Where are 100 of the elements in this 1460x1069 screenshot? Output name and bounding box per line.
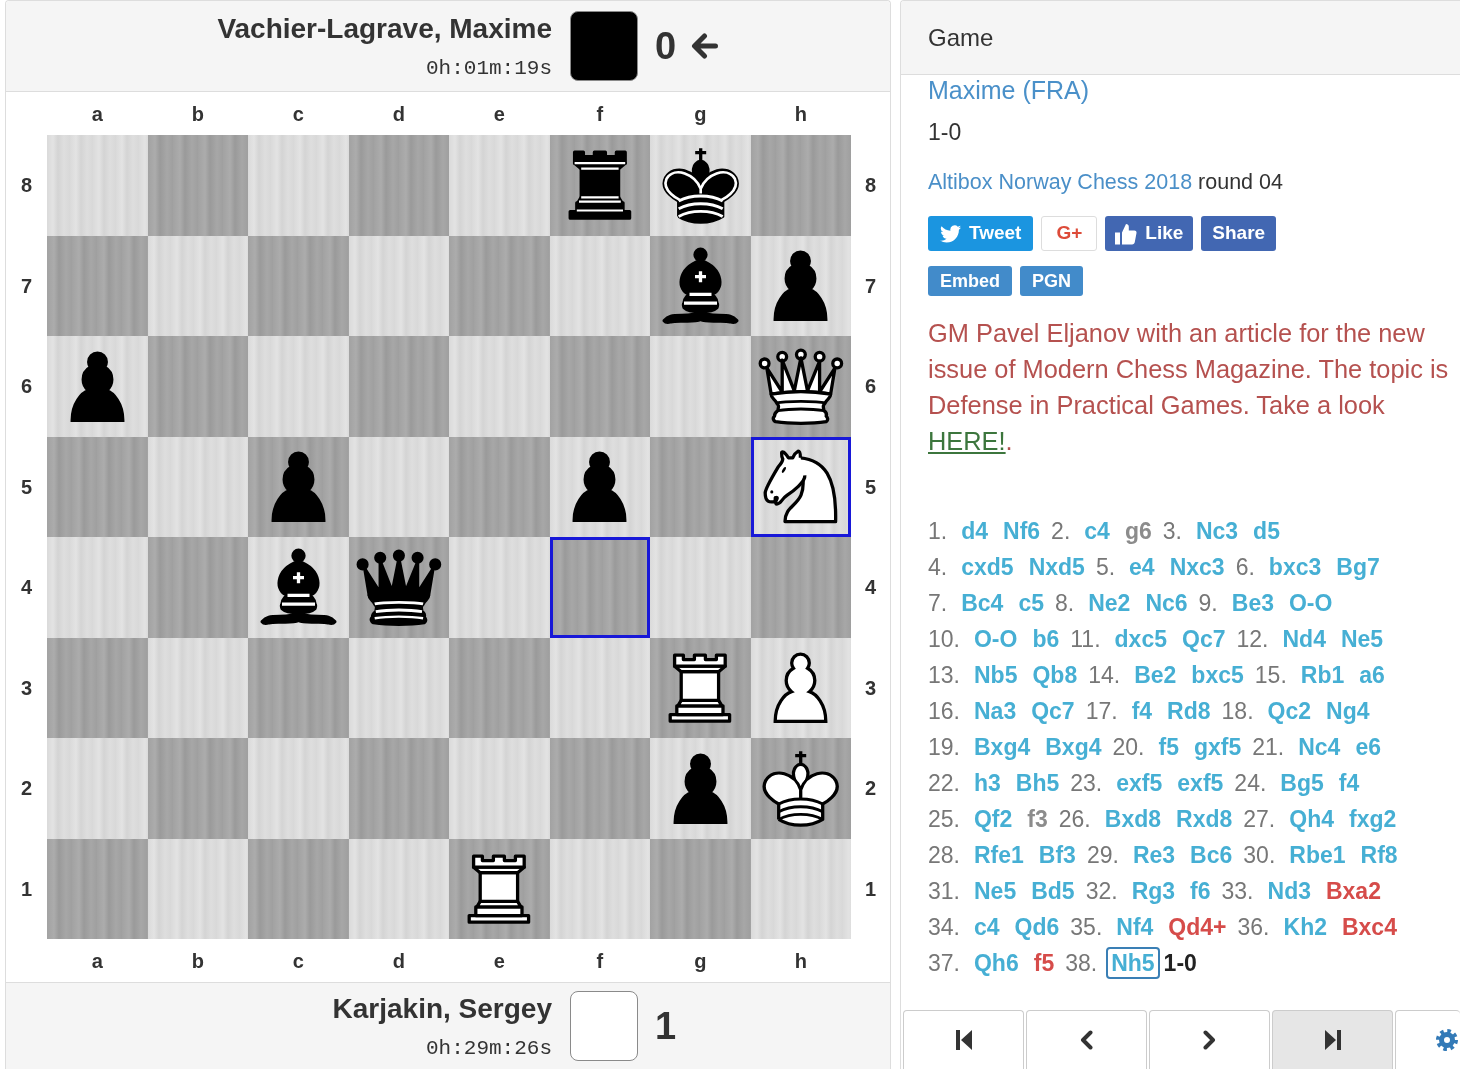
move-link[interactable]: Rg3	[1126, 875, 1181, 907]
move-link[interactable]: b6	[1027, 623, 1065, 655]
move-link[interactable]: Qc7	[1026, 695, 1080, 727]
move-link[interactable]: Rbe1	[1284, 839, 1351, 871]
move-link[interactable]: Nh5	[1106, 947, 1160, 979]
move-link[interactable]: e4	[1124, 551, 1160, 583]
event-link[interactable]: Altibox Norway Chess 2018	[928, 170, 1193, 194]
move-number: 4.	[928, 553, 948, 581]
settings-icon	[1436, 1029, 1458, 1051]
move-link[interactable]: Bxg4	[1040, 731, 1107, 763]
move-link[interactable]: Ng4	[1321, 695, 1375, 727]
move-link[interactable]: f4	[1333, 767, 1365, 799]
panel-title: Game	[928, 23, 994, 52]
move-link[interactable]: exf5	[1172, 767, 1229, 799]
move-link[interactable]: Nd4	[1277, 623, 1331, 655]
like-button[interactable]: Like	[1105, 216, 1194, 251]
file-label: e	[493, 101, 505, 126]
move-link[interactable]: c5	[1013, 587, 1049, 619]
move-link[interactable]: Qh4	[1284, 803, 1339, 835]
move-link[interactable]: c4	[1079, 515, 1115, 547]
rank-label: 7	[20, 273, 33, 298]
move-number: 28.	[928, 841, 960, 869]
move-link[interactable]: a6	[1354, 659, 1390, 691]
move-link[interactable]: Bf3	[1033, 839, 1081, 871]
move-link[interactable]: Nc4	[1293, 731, 1346, 763]
move-link[interactable]: Nxc3	[1164, 551, 1230, 583]
move-link[interactable]: Rb1	[1295, 659, 1350, 691]
move-link[interactable]: Bc4	[956, 587, 1009, 619]
move-link[interactable]: Nf6	[998, 515, 1046, 547]
move-link[interactable]: Rd8	[1162, 695, 1216, 727]
move-link[interactable]: Nc3	[1190, 515, 1244, 547]
move-link[interactable]: Nc6	[1140, 587, 1193, 619]
move-link[interactable]: Rfe1	[969, 839, 1029, 871]
move-link[interactable]: f4	[1126, 695, 1158, 727]
move-link[interactable]: Qb8	[1027, 659, 1083, 691]
move-link[interactable]: Qc7	[1177, 623, 1231, 655]
export-button[interactable]: Embed	[928, 266, 1012, 296]
player-name: Vachier-Lagrave, Maxime	[217, 13, 552, 45]
move-number: 24.	[1234, 769, 1267, 797]
move-link[interactable]: O-O	[1283, 587, 1338, 619]
rank-label: 3	[864, 675, 877, 700]
move-link[interactable]: Ne5	[969, 875, 1022, 907]
move-link[interactable]: Qd6	[1009, 911, 1065, 943]
move-link[interactable]: Nxd5	[1023, 551, 1090, 583]
move-link[interactable]: Bh5	[1010, 767, 1065, 799]
move-link[interactable]: cxd5	[956, 551, 1019, 583]
move-link[interactable]: Nd3	[1262, 875, 1316, 907]
move-link[interactable]: Qc2	[1262, 695, 1317, 727]
move-link[interactable]: Re3	[1127, 839, 1181, 871]
move-link[interactable]: d4	[956, 515, 994, 547]
move-link[interactable]: O-O	[969, 623, 1023, 655]
move-link[interactable]: exf5	[1111, 767, 1168, 799]
google-plus-button[interactable]: G+	[1041, 216, 1098, 251]
move-link[interactable]: Qd4+	[1163, 911, 1232, 943]
export-button[interactable]: PGN	[1020, 266, 1084, 296]
move-link[interactable]: Be3	[1226, 587, 1279, 619]
move-link[interactable]: f5	[1028, 947, 1060, 979]
move-link[interactable]: Bxc4	[1336, 911, 1402, 943]
move-number: 16.	[928, 697, 960, 725]
move-link[interactable]: f5	[1153, 731, 1184, 763]
move-link[interactable]: g6	[1119, 515, 1157, 547]
move-link[interactable]: Rf8	[1355, 839, 1403, 871]
move-link[interactable]: bxc3	[1263, 551, 1327, 583]
move-link[interactable]: Bc6	[1185, 839, 1238, 871]
move-link[interactable]: d5	[1248, 515, 1285, 547]
move-link[interactable]: Qh6	[969, 947, 1024, 979]
promo-link[interactable]: HERE!	[928, 427, 1006, 455]
move-link[interactable]: e6	[1350, 731, 1386, 763]
settings-button[interactable]	[1395, 1010, 1460, 1069]
move-link[interactable]: Rxd8	[1171, 803, 1238, 835]
move-link[interactable]: Nb5	[969, 659, 1023, 691]
first-move-button[interactable]	[903, 1010, 1024, 1069]
move-number: 6.	[1235, 553, 1255, 581]
move-number: 30.	[1243, 841, 1276, 869]
move-link[interactable]: Ne2	[1083, 587, 1136, 619]
move-link[interactable]: f3	[1022, 803, 1053, 835]
share-button[interactable]: Share	[1201, 216, 1277, 251]
move-link[interactable]: Bxa2	[1320, 875, 1386, 907]
last-move-button[interactable]	[1272, 1010, 1393, 1069]
game-title-link[interactable]: Maxime (FRA)	[928, 77, 1090, 103]
move-link[interactable]: bxc5	[1186, 659, 1249, 691]
move-link[interactable]: Bg7	[1331, 551, 1385, 583]
move-link[interactable]: gxf5	[1188, 731, 1247, 763]
move-link[interactable]: Be2	[1129, 659, 1182, 691]
move-link[interactable]: Bd5	[1026, 875, 1080, 907]
move-link[interactable]: Bxd8	[1099, 803, 1166, 835]
move-link[interactable]: Bxg4	[969, 731, 1036, 763]
move-link[interactable]: fxg2	[1344, 803, 1402, 835]
move-link[interactable]: Nf4	[1111, 911, 1159, 943]
move-link[interactable]: f6	[1185, 875, 1216, 907]
tweet-button[interactable]: Tweet	[928, 216, 1034, 251]
move-link[interactable]: Na3	[969, 695, 1022, 727]
move-link[interactable]: c4	[969, 911, 1005, 943]
rank-label: 8	[864, 173, 877, 198]
move-link[interactable]: h3	[969, 767, 1006, 799]
move-link[interactable]: Ne5	[1335, 623, 1389, 655]
move-link[interactable]: Qf2	[969, 803, 1018, 835]
move-link[interactable]: dxc5	[1109, 623, 1172, 655]
move-link[interactable]: Kh2	[1278, 911, 1332, 943]
move-link[interactable]: Bg5	[1275, 767, 1329, 799]
